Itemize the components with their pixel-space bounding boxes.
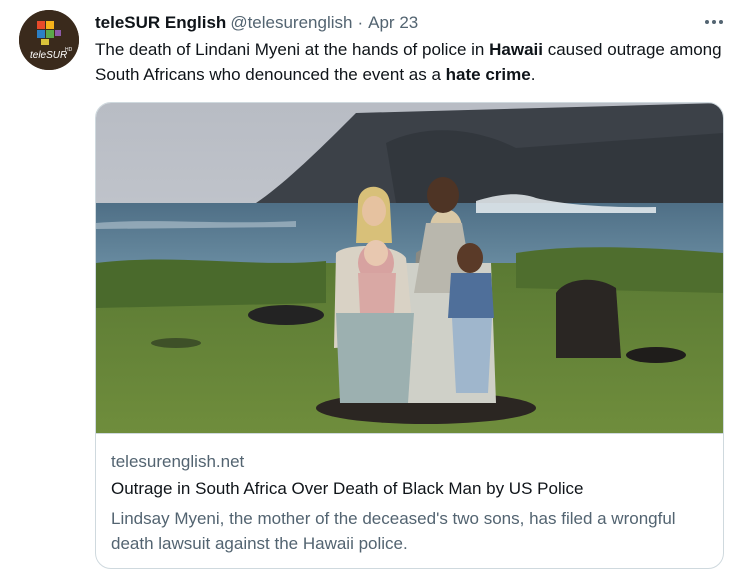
tweet-header: teleSUR English @telesurenglish · Apr 23 bbox=[95, 11, 418, 35]
card-domain: telesurenglish.net bbox=[111, 452, 245, 471]
avatar-logo-sup: HD bbox=[65, 47, 73, 53]
tweet-text-part: The death of Lindani Myeni at the hands … bbox=[95, 40, 490, 59]
avatar-logo-text: teleSUR bbox=[30, 50, 67, 61]
card-title: Outrage in South Africa Over Death of Bl… bbox=[111, 479, 584, 498]
avatar[interactable]: teleSUR HD bbox=[19, 10, 79, 70]
tweet-text-bold: hate crime bbox=[445, 65, 531, 84]
display-name[interactable]: teleSUR English bbox=[95, 13, 226, 33]
tweet-text-bold: Hawaii bbox=[489, 40, 543, 59]
tweet[interactable]: teleSUR HD teleSUR English @telesurengli… bbox=[0, 0, 742, 580]
separator: · bbox=[357, 13, 364, 32]
link-card[interactable]: telesurenglish.net Outrage in South Afri… bbox=[95, 102, 724, 569]
tweet-text: The death of Lindani Myeni at the hands … bbox=[95, 37, 735, 87]
more-horizontal-icon[interactable] bbox=[702, 12, 726, 32]
card-description: Lindsay Myeni, the mother of the decease… bbox=[111, 509, 676, 553]
handle[interactable]: @telesurenglish bbox=[230, 13, 352, 33]
tweet-text-part: . bbox=[530, 65, 536, 84]
telesur-logo-icon: teleSUR HD bbox=[19, 10, 79, 70]
tweet-date[interactable]: Apr 23 bbox=[368, 13, 418, 33]
card-image[interactable] bbox=[96, 103, 723, 434]
